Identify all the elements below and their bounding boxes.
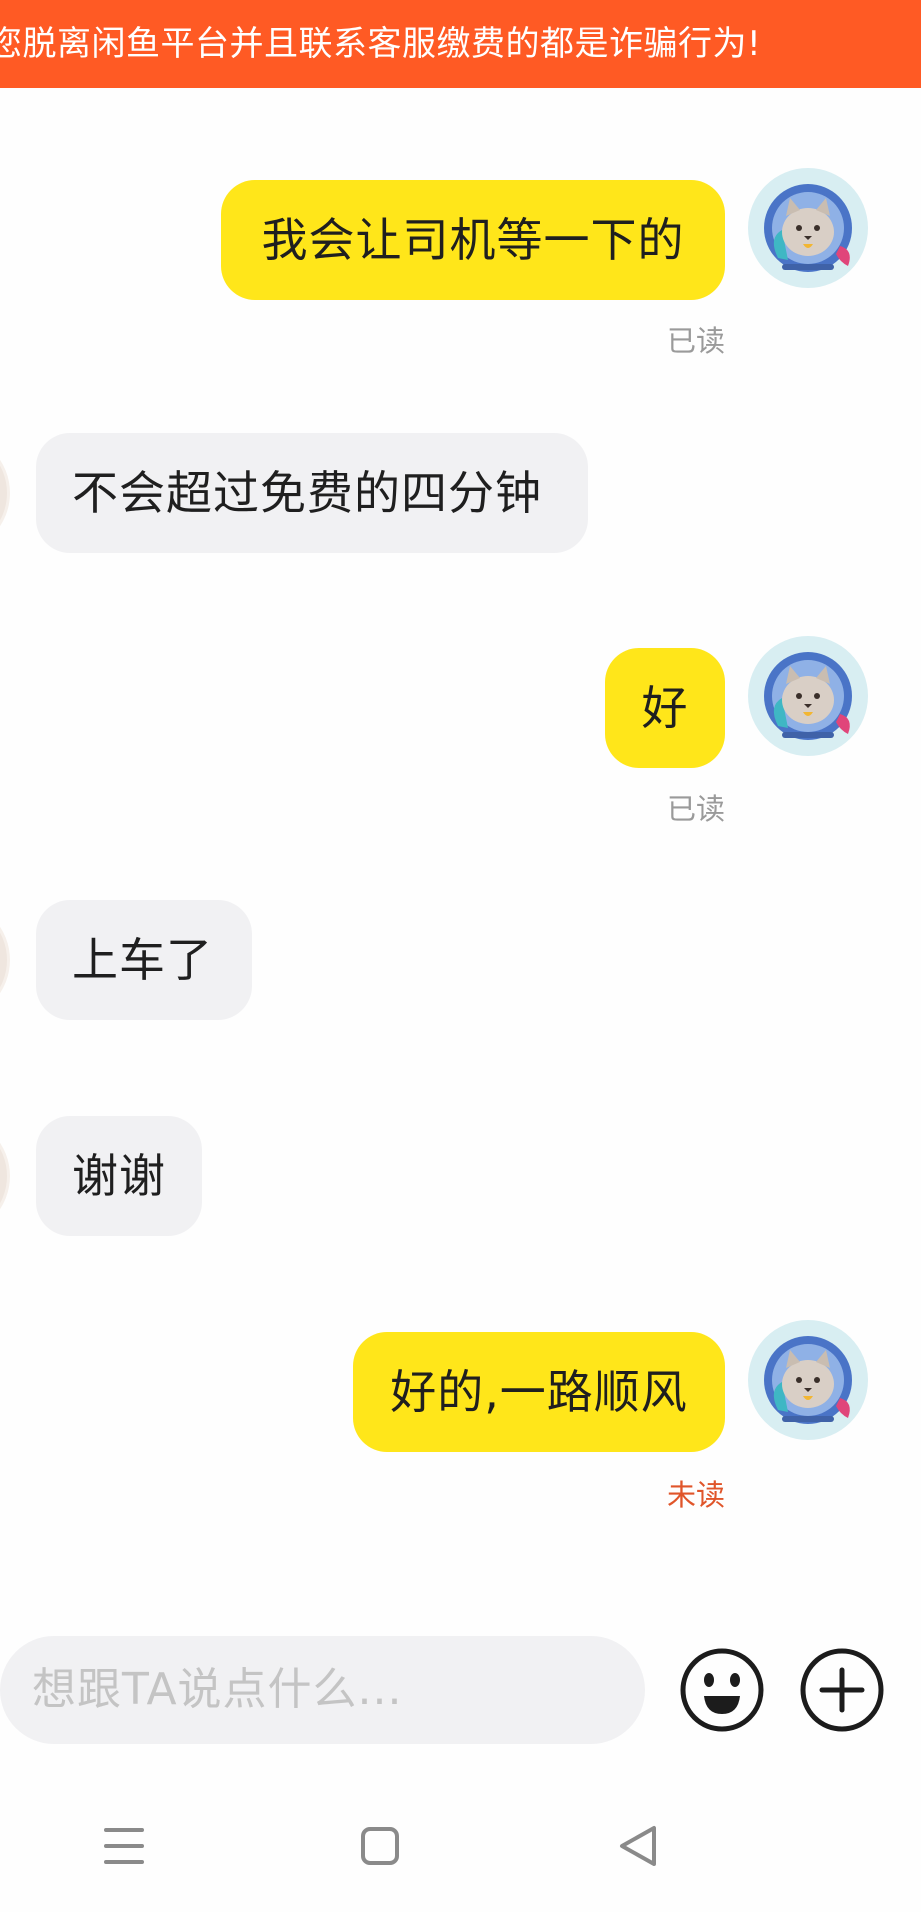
plus-button[interactable] — [798, 1646, 886, 1734]
my-avatar[interactable] — [748, 1320, 868, 1440]
incoming-message[interactable]: 上车了 — [36, 900, 252, 1020]
peer-avatar[interactable] — [0, 1116, 10, 1236]
my-avatar[interactable] — [748, 168, 868, 288]
peer-avatar[interactable] — [0, 433, 10, 553]
back-triangle-icon — [620, 1826, 656, 1866]
emoji-button[interactable] — [678, 1646, 766, 1734]
plus-icon — [800, 1648, 884, 1732]
cat-astronaut-avatar-icon — [748, 168, 868, 288]
incoming-message[interactable]: 谢谢 — [36, 1116, 202, 1236]
outgoing-message[interactable]: 好 — [605, 648, 725, 768]
home-button[interactable] — [340, 1806, 420, 1886]
back-button[interactable] — [598, 1806, 678, 1886]
fraud-warning-text: 您脱离闲鱼平台并且联系客服缴费的都是诈骗行为! — [0, 24, 762, 64]
read-status: 已读 — [666, 792, 725, 826]
system-navigation-bar — [0, 1776, 921, 1912]
menu-icon — [104, 1828, 144, 1864]
peer-avatar[interactable] — [0, 900, 10, 1020]
home-square-icon — [361, 1827, 399, 1865]
fraud-warning-banner: 您脱离闲鱼平台并且联系客服缴费的都是诈骗行为! — [0, 0, 921, 88]
my-avatar[interactable] — [748, 636, 868, 756]
outgoing-message[interactable]: 我会让司机等一下的 — [221, 180, 725, 300]
cat-astronaut-avatar-icon — [748, 1320, 868, 1440]
menu-button[interactable] — [84, 1806, 164, 1886]
emoji-icon — [680, 1648, 764, 1732]
chat-screen: 您脱离闲鱼平台并且联系客服缴费的都是诈骗行为! 我会让司机等一下的 已读 不会超… — [0, 0, 921, 1912]
cat-astronaut-avatar-icon — [748, 636, 868, 756]
read-status: 已读 — [666, 324, 725, 358]
incoming-message[interactable]: 不会超过免费的四分钟 — [36, 433, 588, 553]
unread-status: 未读 — [666, 1478, 725, 1512]
message-input[interactable]: 想跟TA说点什么... — [0, 1636, 645, 1744]
outgoing-message[interactable]: 好的,一路顺风 — [353, 1332, 725, 1452]
